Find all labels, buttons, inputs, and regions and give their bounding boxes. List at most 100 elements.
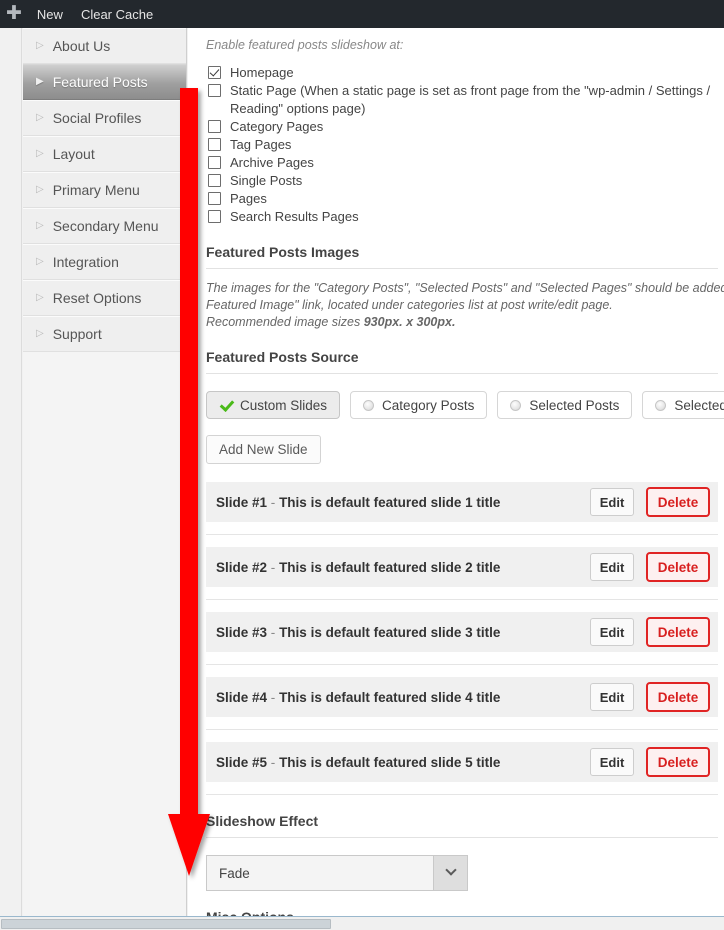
sidebar-item-label: Social Profiles (52, 110, 142, 126)
slide-list: Slide #1 - This is default featured slid… (206, 482, 724, 795)
triangle-right-icon: ▷ (36, 40, 44, 51)
sidebar-item-label: About Us (52, 38, 111, 54)
source-option-label: Selected Posts (529, 397, 620, 413)
slide-row: Slide #5 - This is default featured slid… (206, 742, 718, 795)
checkbox-checked-icon[interactable] (208, 66, 221, 79)
source-option-selected-pages[interactable]: Selected Pages (642, 391, 724, 419)
slide-label: This is default featured slide 1 title (279, 494, 501, 510)
slide-label: This is default featured slide 3 title (279, 624, 501, 640)
slideshow-effect-select[interactable]: Fade (206, 855, 468, 891)
slide-title: Slide #5 - This is default featured slid… (216, 755, 590, 770)
slide-number: Slide #4 (216, 689, 268, 705)
slide-edit-button[interactable]: Edit (590, 488, 634, 516)
triangle-right-filled-icon: ▶ (36, 76, 44, 87)
checkbox-unchecked-icon[interactable] (208, 84, 221, 97)
slide-separator: - (270, 754, 276, 770)
radio-unselected-icon[interactable] (510, 399, 522, 411)
checkbox-row[interactable]: Category Pages (206, 118, 724, 136)
new-menu-item[interactable]: ✚ (0, 0, 28, 28)
slide-bar: Slide #2 - This is default featured slid… (206, 547, 718, 587)
slide-separator: - (270, 624, 276, 640)
desc-line-1: The images for the "Category Posts", "Se… (206, 281, 724, 295)
checkbox-row[interactable]: Homepage (206, 64, 724, 82)
slide-number: Slide #2 (216, 559, 268, 575)
slide-edit-button[interactable]: Edit (590, 748, 634, 776)
page-body: ▷ About Us ▶ Featured Posts ▷ Social Profiles… (0, 28, 724, 930)
new-label-item[interactable]: New (28, 0, 72, 28)
sidebar-item-reset-options[interactable]: ▷ Reset Options (23, 280, 186, 316)
clear-cache-item[interactable]: Clear Cache (72, 0, 162, 28)
checkbox-label: Static Page (When a static page is set a… (230, 83, 711, 116)
sidebar-item-support[interactable]: ▷ Support (23, 316, 186, 352)
checkbox-label: Tag Pages (230, 137, 292, 152)
triangle-right-icon: ▷ (36, 148, 44, 159)
sidebar-item-layout[interactable]: ▷ Layout (23, 136, 186, 172)
featured-images-heading: Featured Posts Images (206, 244, 718, 269)
checkbox-row[interactable]: Single Posts (206, 172, 724, 190)
checkbox-unchecked-icon[interactable] (208, 156, 221, 169)
left-strip (0, 28, 22, 930)
sidebar-item-label: Primary Menu (52, 182, 140, 198)
sidebar-item-about-us[interactable]: ▷ About Us (23, 28, 186, 64)
checkbox-unchecked-icon[interactable] (208, 138, 221, 151)
sidebar-item-secondary-menu[interactable]: ▷ Secondary Menu (23, 208, 186, 244)
chevron-down-icon[interactable] (433, 856, 467, 890)
sidebar-item-social-profiles[interactable]: ▷ Social Profiles (23, 100, 186, 136)
slideshow-effect-heading: Slideshow Effect (206, 813, 718, 838)
settings-sidebar: ▷ About Us ▶ Featured Posts ▷ Social Profiles… (23, 28, 187, 930)
new-label: New (36, 6, 63, 22)
desc-line-3-prefix: Recommended image sizes (206, 315, 364, 329)
slide-title: Slide #4 - This is default featured slid… (216, 690, 590, 705)
source-option-label: Category Posts (382, 397, 475, 413)
source-option-custom-slides[interactable]: Custom Slides (206, 391, 341, 419)
sidebar-list: ▷ About Us ▶ Featured Posts ▷ Social Profiles… (23, 28, 186, 352)
triangle-right-icon: ▷ (36, 292, 44, 303)
checkbox-unchecked-icon[interactable] (208, 174, 221, 187)
sidebar-item-integration[interactable]: ▷ Integration (23, 244, 186, 280)
checkbox-unchecked-icon[interactable] (208, 192, 221, 205)
slide-edit-button[interactable]: Edit (590, 618, 634, 646)
source-option-category-posts[interactable]: Category Posts (350, 391, 488, 419)
slide-delete-button[interactable]: Delete (646, 552, 710, 582)
checkbox-row[interactable]: Static Page (When a static page is set a… (206, 82, 724, 118)
triangle-right-icon: ▷ (36, 256, 44, 267)
slide-bar: Slide #5 - This is default featured slid… (206, 742, 718, 782)
admin-bar: ✚ New Clear Cache (0, 0, 724, 28)
checkbox-row[interactable]: Search Results Pages (206, 208, 724, 226)
checkbox-row[interactable]: Archive Pages (206, 154, 724, 172)
radio-unselected-icon[interactable] (655, 399, 667, 411)
slide-separator: - (270, 689, 276, 705)
sidebar-item-label: Secondary Menu (52, 218, 159, 234)
radio-unselected-icon[interactable] (363, 399, 375, 411)
slide-edit-button[interactable]: Edit (590, 683, 634, 711)
horizontal-scrollbar-thumb[interactable] (1, 919, 331, 929)
slide-delete-label: Delete (657, 689, 699, 705)
checkbox-unchecked-icon[interactable] (208, 210, 221, 223)
enable-checkbox-list: Homepage Static Page (When a static page … (206, 64, 724, 226)
sidebar-item-label: Integration (52, 254, 119, 270)
slide-delete-button[interactable]: Delete (646, 682, 710, 712)
source-option-group: Custom Slides Category Posts Selected Post… (206, 391, 724, 419)
sidebar-item-label: Layout (52, 146, 95, 162)
slide-delete-button[interactable]: Delete (646, 747, 710, 777)
clear-cache-label: Clear Cache (80, 6, 154, 22)
checkbox-label: Homepage (230, 65, 294, 80)
checkbox-row[interactable]: Pages (206, 190, 724, 208)
slide-edit-label: Edit (599, 559, 625, 575)
sidebar-item-featured-posts[interactable]: ▶ Featured Posts (23, 64, 186, 100)
check-icon[interactable] (219, 398, 233, 412)
slide-edit-button[interactable]: Edit (590, 553, 634, 581)
checkbox-unchecked-icon[interactable] (208, 120, 221, 133)
horizontal-scrollbar[interactable] (0, 916, 724, 930)
slide-row: Slide #1 - This is default featured slid… (206, 482, 718, 535)
slide-number: Slide #3 (216, 624, 268, 640)
slide-edit-label: Edit (599, 624, 625, 640)
triangle-right-icon: ▷ (36, 184, 44, 195)
source-option-selected-posts[interactable]: Selected Posts (497, 391, 633, 419)
sidebar-item-primary-menu[interactable]: ▷ Primary Menu (23, 172, 186, 208)
slide-delete-button[interactable]: Delete (646, 617, 710, 647)
add-new-slide-button[interactable]: Add New Slide (206, 435, 321, 464)
desc-line-2: Featured Image" link, located under cate… (206, 298, 613, 312)
checkbox-row[interactable]: Tag Pages (206, 136, 724, 154)
slide-delete-button[interactable]: Delete (646, 487, 710, 517)
